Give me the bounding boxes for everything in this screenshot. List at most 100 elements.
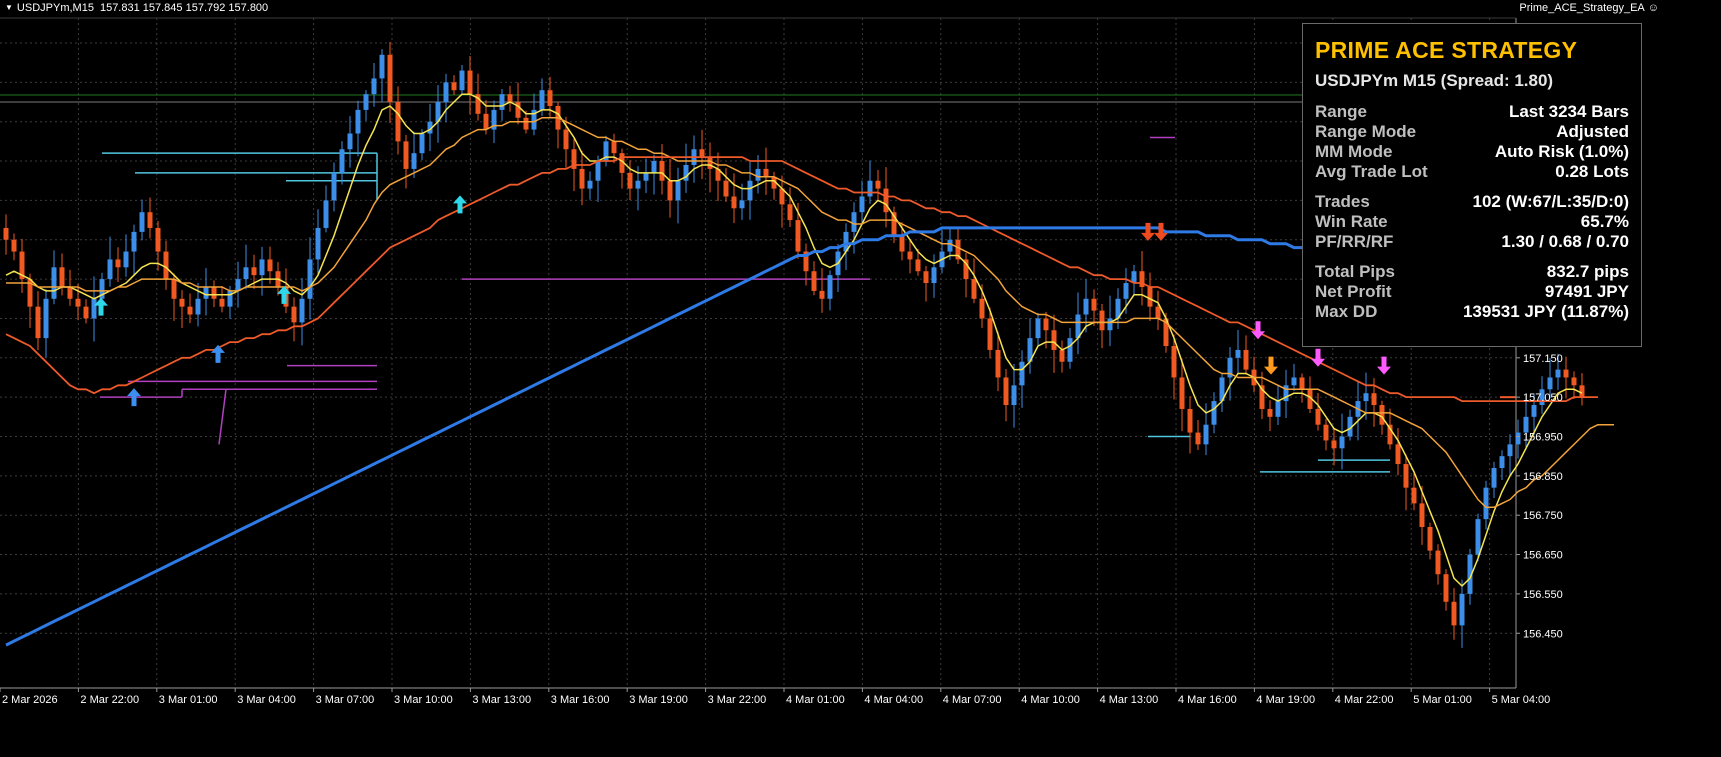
candle-body <box>1171 345 1177 378</box>
candle-body <box>1291 377 1297 386</box>
candle-body <box>243 267 249 280</box>
candle-body <box>1363 393 1369 402</box>
stat-row: Range Last 3234 Bars <box>1315 102 1629 122</box>
candle-body <box>67 286 73 299</box>
x-tick-label: 5 Mar 01:00 <box>1413 694 1472 706</box>
candle-body <box>147 212 153 228</box>
candle-body <box>787 204 793 221</box>
y-tick-label: 156.550 <box>1523 589 1563 601</box>
candle-body <box>651 161 657 173</box>
candle-body <box>291 306 297 323</box>
stat-value: 65.7% <box>1580 212 1629 231</box>
candle-body <box>1499 456 1505 468</box>
stat-row: Max DD 139531 JPY (11.87%) <box>1315 302 1629 322</box>
candle-body <box>915 259 921 272</box>
candle-body <box>1523 416 1529 433</box>
candle-body <box>83 306 89 319</box>
candle-body <box>827 275 833 299</box>
stat-value: 102 (W:67/L:35/D:0) <box>1472 192 1629 211</box>
candle-body <box>355 109 361 134</box>
candle-body <box>907 251 913 260</box>
candle-body <box>1275 401 1281 417</box>
candle-body <box>339 149 345 173</box>
candle-body <box>659 161 665 181</box>
candle-body <box>1339 436 1345 449</box>
candle-body <box>1083 298 1089 315</box>
candle-body <box>1059 349 1065 362</box>
sell-arrow-shape <box>1141 222 1155 241</box>
candle-body <box>1331 440 1337 449</box>
candle-body <box>363 94 369 110</box>
ea-label[interactable]: Prime_ACE_Strategy_EA ☺ <box>1519 2 1659 14</box>
candle-body <box>1443 574 1449 602</box>
candle-body <box>1067 338 1073 362</box>
candle-body <box>1011 385 1017 406</box>
stat-value: Auto Risk (1.0%) <box>1494 142 1629 161</box>
sell-arrow-shape <box>1377 356 1391 375</box>
candle-body <box>587 180 593 189</box>
y-tick-label: 156.450 <box>1523 628 1563 640</box>
stat-value: 832.7 pips <box>1546 262 1629 281</box>
candle-body <box>947 239 953 252</box>
candle-body <box>115 259 121 268</box>
candle-body <box>699 149 705 158</box>
stat-label: Range Mode <box>1315 122 1417 141</box>
y-tick-label: 156.750 <box>1523 510 1563 522</box>
ohlc-values: 157.831 157.845 157.792 157.800 <box>99 2 269 14</box>
candle-body <box>267 259 273 272</box>
stat-label: MM Mode <box>1315 142 1393 161</box>
panel-subtitle: USDJPYm M15 (Spread: 1.80) <box>1315 71 1554 90</box>
time-axis[interactable]: 2 Mar 2026 2 Mar 22:00 3 Mar 01:00 3 Mar 04… <box>0 688 1550 706</box>
candle-body <box>1155 306 1161 319</box>
candle-body <box>1179 377 1185 409</box>
candle-body <box>1043 318 1049 331</box>
candle-body <box>635 180 641 189</box>
candle-body <box>747 180 753 201</box>
y-tick-label: 157.050 <box>1523 392 1563 404</box>
candle-body <box>1459 593 1465 626</box>
x-tick-label: 4 Mar 04:00 <box>864 694 923 706</box>
stat-value: Adjusted <box>1556 122 1629 141</box>
candle-body <box>507 94 513 103</box>
x-tick-label: 3 Mar 07:00 <box>316 694 375 706</box>
candle-body <box>379 54 385 79</box>
stat-row: Avg Trade Lot 0.28 Lots <box>1315 162 1629 182</box>
candle-body <box>731 196 737 209</box>
candle-body <box>547 90 553 106</box>
candle-body <box>1475 519 1481 555</box>
candle-body <box>307 259 313 299</box>
candle-body <box>235 279 241 291</box>
x-tick-label: 4 Mar 16:00 <box>1178 694 1237 706</box>
stat-label: Range <box>1315 102 1367 121</box>
stat-row: Range Mode Adjusted <box>1315 122 1629 142</box>
candle-body <box>251 267 257 276</box>
candle-body <box>1299 377 1305 390</box>
candle-body <box>931 267 937 284</box>
stat-row: Trades 102 (W:67/L:35/D:0) <box>1315 192 1629 212</box>
candle-body <box>35 306 41 339</box>
candle-body <box>1123 283 1129 299</box>
candle-body <box>1555 369 1561 378</box>
x-tick-label: 4 Mar 07:00 <box>943 694 1002 706</box>
chart-header: ▼ USDJPYm,M15 157.831 157.845 157.792 157.… <box>5 2 268 14</box>
candle-body <box>923 271 929 284</box>
stat-label: Trades <box>1315 192 1370 211</box>
candle-body <box>259 259 265 276</box>
candle-body <box>1147 286 1153 307</box>
candle-body <box>1091 298 1097 311</box>
candle-body <box>1203 424 1209 445</box>
collapse-triangle-icon[interactable]: ▼ <box>5 3 13 12</box>
candle-body <box>139 212 145 232</box>
candle-body <box>43 298 49 339</box>
signal-arrows <box>94 195 1391 407</box>
candle-body <box>299 298 305 323</box>
candle-body <box>819 290 825 299</box>
stat-row: MM Mode Auto Risk (1.0%) <box>1315 142 1629 162</box>
candle-body <box>1323 424 1329 441</box>
candle-body <box>675 180 681 201</box>
stat-row: Win Rate 65.7% <box>1315 212 1629 232</box>
stat-label: Avg Trade Lot <box>1315 162 1428 181</box>
candle-body <box>1531 405 1537 417</box>
stats-group-range: Range Last 3234 Bars Range Mode Adjusted M… <box>1315 102 1629 182</box>
sell-arrow-icon <box>1377 356 1391 375</box>
